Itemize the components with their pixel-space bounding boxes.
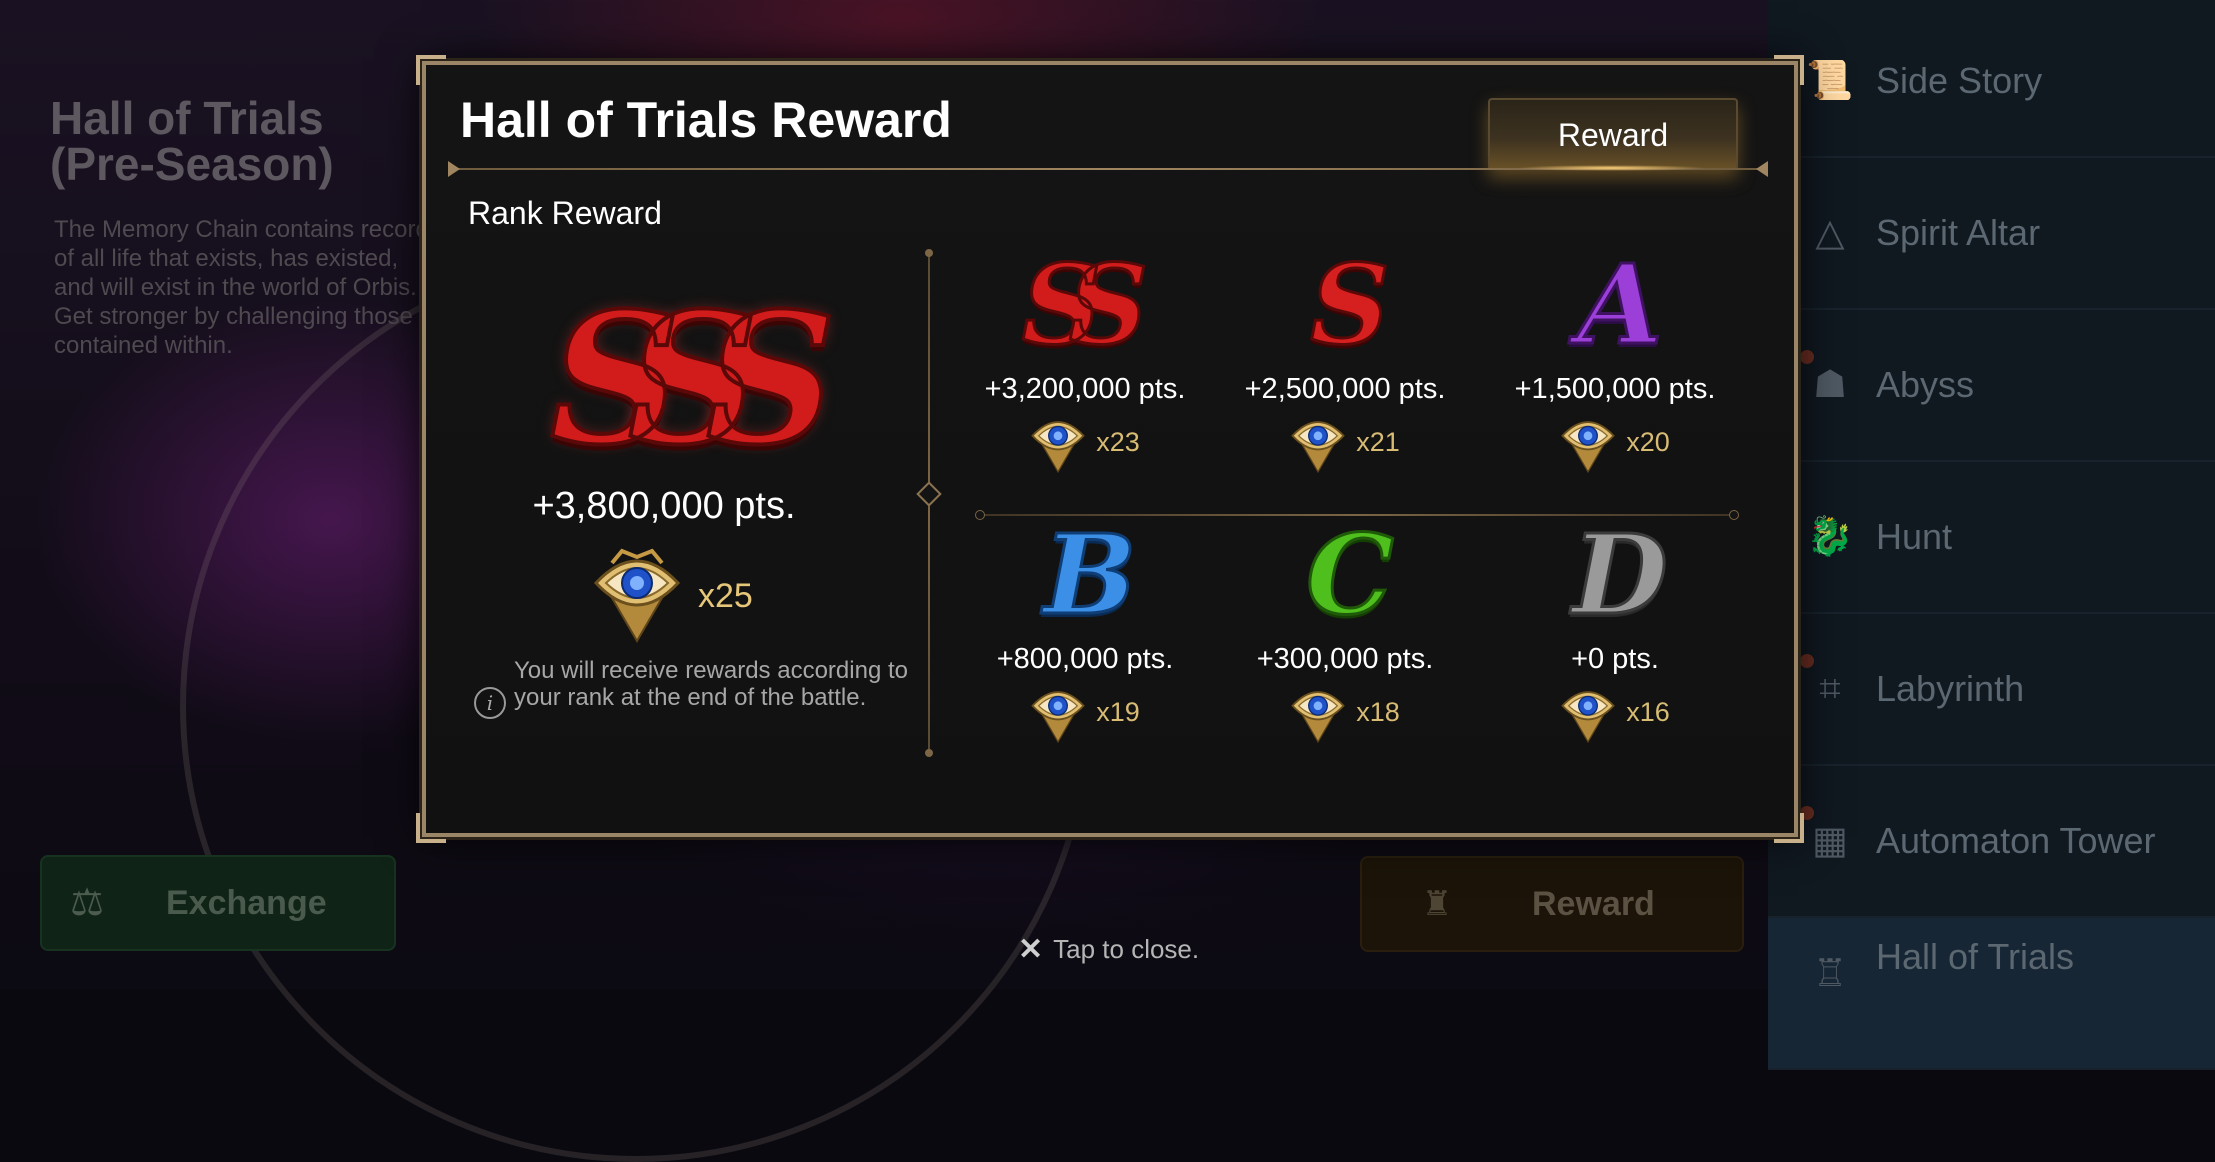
grade-b-emblem: B bbox=[1042, 510, 1138, 639]
maze-icon: ⌗ bbox=[1819, 668, 1841, 710]
frame-corner bbox=[416, 813, 446, 843]
rank-cell-b: B +800,000 pts. x19 bbox=[955, 510, 1215, 744]
modal-title: Hall of Trials Reward bbox=[460, 92, 952, 148]
background-reward-label: Reward bbox=[1532, 884, 1655, 923]
sidebar-item-spirit-altar[interactable]: △ Spirit Altar bbox=[1768, 158, 2215, 310]
reward-modal: Hall of Trials Reward Reward Rank Reward… bbox=[416, 55, 1804, 843]
rank-reward: x23 bbox=[955, 410, 1215, 474]
beast-icon: ☗ bbox=[1812, 364, 1848, 406]
rank-cell-s: S +2,500,000 pts. x21 bbox=[1215, 240, 1475, 474]
grade-d-emblem: D bbox=[1571, 510, 1669, 639]
rank-quantity: x18 bbox=[1356, 696, 1400, 727]
rank-reward: x18 bbox=[1215, 680, 1475, 744]
grade-a-emblem: A bbox=[1576, 240, 1664, 369]
background-title: Hall of Trials (Pre-Season) bbox=[50, 95, 430, 187]
sidebar-item-labyrinth[interactable]: ⌗ Labyrinth bbox=[1768, 614, 2215, 766]
scroll-icon: 📜 bbox=[1806, 60, 1854, 102]
sidebar-item-label: Hunt bbox=[1876, 516, 1953, 557]
rank-cell-d: D +0 pts. x16 bbox=[1485, 510, 1745, 744]
grade-c-emblem: C bbox=[1305, 510, 1396, 639]
scales-icon: ⚖ bbox=[69, 882, 105, 924]
sidebar-item-side-story[interactable]: 📜 Side Story bbox=[1768, 6, 2215, 158]
tap-to-close-hint[interactable]: ✕ Tap to close. bbox=[1018, 932, 1199, 967]
top-rank-points: +3,800,000 pts. bbox=[532, 485, 796, 527]
sidebar-item-label: Abyss bbox=[1876, 364, 1975, 405]
rank-cell-c: C +300,000 pts. x18 bbox=[1215, 510, 1475, 744]
rank-quantity: x20 bbox=[1626, 426, 1670, 457]
tap-to-close-label: Tap to close. bbox=[1053, 934, 1200, 964]
exchange-button[interactable]: ⚖ Exchange bbox=[40, 855, 396, 951]
top-rank-panel: SSS bbox=[506, 274, 872, 485]
grade-s-emblem: S bbox=[1309, 240, 1391, 369]
background-title-line2: (Pre-Season) bbox=[50, 138, 334, 190]
grade-ss-emblem: SS bbox=[1020, 240, 1149, 369]
rank-quantity: x21 bbox=[1356, 426, 1400, 457]
info-icon: i bbox=[474, 687, 506, 719]
sidebar-item-label: Side Story bbox=[1876, 60, 2043, 101]
sidebar-item-abyss[interactable]: ☗ Abyss bbox=[1768, 310, 2215, 462]
content-sidebar: 📜 Side Story △ Spirit Altar ☗ Abyss 🐉 Hu… bbox=[1768, 0, 2215, 1070]
tab-active-glow bbox=[1516, 165, 1706, 171]
dragon-icon: 🐉 bbox=[1806, 516, 1854, 558]
sidebar-item-automaton-tower[interactable]: ▦ Automaton Tower bbox=[1768, 766, 2215, 918]
eye-medal-icon bbox=[1561, 691, 1616, 744]
rank-points: +3,200,000 pts. bbox=[984, 373, 1186, 405]
top-rank-quantity: x25 bbox=[698, 577, 753, 615]
eye-medal-icon bbox=[1561, 421, 1616, 474]
eye-medal-icon bbox=[1031, 421, 1086, 474]
rank-cell-a: A +1,500,000 pts. x20 bbox=[1485, 240, 1745, 474]
close-icon: ✕ bbox=[1018, 933, 1044, 966]
tower-icon: ♜ bbox=[1421, 885, 1453, 923]
sidebar-item-label: Hall of Trials bbox=[1876, 936, 2075, 977]
rank-reward: x20 bbox=[1485, 410, 1745, 474]
background-description: The Memory Chain contains records of all… bbox=[54, 216, 441, 359]
section-label-rank-reward: Rank Reward bbox=[468, 195, 662, 231]
sidebar-item-hall-of-trials[interactable]: ♖ Hall of Trials bbox=[1768, 918, 2215, 1070]
rank-points: +0 pts. bbox=[1571, 643, 1659, 675]
sidebar-item-hunt[interactable]: 🐉 Hunt bbox=[1768, 462, 2215, 614]
triangle-icon: △ bbox=[1815, 212, 1845, 254]
rank-points: +800,000 pts. bbox=[996, 643, 1174, 675]
rank-reward: x21 bbox=[1215, 410, 1475, 474]
background-title-line1: Hall of Trials bbox=[50, 92, 324, 144]
rank-quantity: x19 bbox=[1096, 696, 1140, 727]
exchange-button-label: Exchange bbox=[166, 883, 327, 922]
rank-quantity: x16 bbox=[1626, 696, 1670, 727]
eye-medal-icon bbox=[1291, 691, 1346, 744]
rank-points: +1,500,000 pts. bbox=[1514, 373, 1716, 405]
eye-medal-icon bbox=[593, 548, 681, 643]
rank-points: +300,000 pts. bbox=[1256, 643, 1434, 675]
hall-icon: ♖ bbox=[1812, 953, 1848, 995]
sidebar-item-label: Spirit Altar bbox=[1876, 212, 2041, 253]
rank-reward: x19 bbox=[955, 680, 1215, 744]
rank-points: +2,500,000 pts. bbox=[1244, 373, 1446, 405]
frame-corner bbox=[1774, 55, 1804, 85]
background-reward-button[interactable]: ♜ Reward bbox=[1360, 856, 1744, 952]
frame-corner bbox=[416, 55, 446, 85]
tower-icon: ▦ bbox=[1812, 820, 1848, 862]
rank-reward: x16 bbox=[1485, 680, 1745, 744]
grade-sss-emblem: SSS bbox=[548, 274, 838, 485]
sidebar-item-label: Automaton Tower bbox=[1876, 820, 2156, 861]
rank-cell-ss: SS +3,200,000 pts. x23 bbox=[955, 240, 1215, 474]
sidebar-item-label: Labyrinth bbox=[1876, 668, 2025, 709]
eye-medal-icon bbox=[1291, 421, 1346, 474]
rank-quantity: x23 bbox=[1096, 426, 1140, 457]
frame-corner bbox=[1774, 813, 1804, 843]
vertical-divider bbox=[916, 249, 942, 757]
eye-medal-icon bbox=[1031, 691, 1086, 744]
info-text: You will receive rewards according to yo… bbox=[514, 657, 908, 711]
tab-reward[interactable]: Reward bbox=[1488, 98, 1738, 170]
